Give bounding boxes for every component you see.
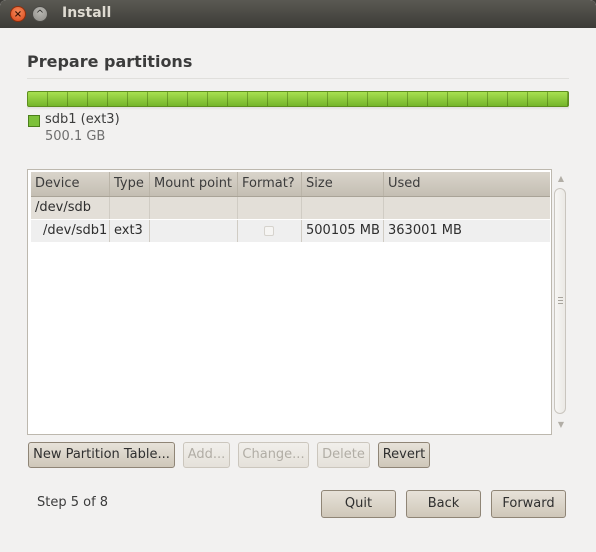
new-partition-table-button[interactable]: New Partition Table... xyxy=(28,442,175,468)
column-header-used[interactable]: Used xyxy=(384,172,550,196)
vertical-scrollbar[interactable]: ▲ ▼ xyxy=(553,170,569,435)
partition-bar-shadow xyxy=(27,107,569,110)
partition-legend-size: 500.1 GB xyxy=(45,129,106,144)
window-title: Install xyxy=(62,5,112,21)
table-row-disk[interactable]: /dev/sdb xyxy=(31,197,550,219)
cell-device: /dev/sdb xyxy=(31,197,110,219)
grip-icon xyxy=(558,297,563,304)
format-checkbox[interactable] xyxy=(264,226,274,236)
partition-usage-bar xyxy=(27,91,569,107)
title-bar: × ^ Install xyxy=(0,0,596,28)
divider xyxy=(27,78,569,79)
close-icon[interactable]: × xyxy=(10,6,26,22)
cell-type: ext3 xyxy=(110,220,150,242)
scroll-down-arrow-icon[interactable]: ▼ xyxy=(556,420,566,429)
change-partition-button[interactable]: Change... xyxy=(238,442,309,468)
revert-button[interactable]: Revert xyxy=(378,442,430,468)
cell-size xyxy=(302,197,384,219)
cell-used: 363001 MB xyxy=(388,223,462,238)
cell-format xyxy=(238,197,302,219)
partition-color-swatch xyxy=(28,115,40,127)
forward-button[interactable]: Forward xyxy=(491,490,566,518)
column-header-mount-point[interactable]: Mount point xyxy=(150,172,238,196)
scrollbar-thumb[interactable] xyxy=(554,188,566,414)
column-header-size[interactable]: Size xyxy=(302,172,384,196)
table-header: Device Type Mount point Format? Size Use… xyxy=(31,172,550,197)
cell-used xyxy=(384,197,550,219)
delete-partition-button[interactable]: Delete xyxy=(317,442,370,468)
scroll-up-arrow-icon[interactable]: ▲ xyxy=(556,174,566,183)
cell-format xyxy=(238,220,302,242)
cell-mount-point xyxy=(150,197,238,219)
cell-type xyxy=(110,197,150,219)
table-row[interactable]: /dev/sdb1 ext3 500105 MB 363001 MB xyxy=(31,220,550,242)
add-partition-button[interactable]: Add... xyxy=(183,442,230,468)
page-title: Prepare partitions xyxy=(27,52,193,71)
column-header-device[interactable]: Device xyxy=(31,172,110,196)
partition-legend-name: sdb1 (ext3) xyxy=(45,112,120,127)
cell-size: 500105 MB xyxy=(302,220,384,242)
back-button[interactable]: Back xyxy=(406,490,481,518)
cell-device: /dev/sdb1 xyxy=(31,220,110,242)
quit-button[interactable]: Quit xyxy=(321,490,396,518)
column-header-type[interactable]: Type xyxy=(110,172,150,196)
installer-window: × ^ Install Prepare partitions sdb1 (ext… xyxy=(0,0,596,552)
column-header-format[interactable]: Format? xyxy=(238,172,302,196)
step-indicator: Step 5 of 8 xyxy=(37,495,109,510)
partition-table: Device Type Mount point Format? Size Use… xyxy=(27,169,552,435)
cell-mount-point xyxy=(150,220,238,242)
minimize-icon[interactable]: ^ xyxy=(32,6,48,22)
